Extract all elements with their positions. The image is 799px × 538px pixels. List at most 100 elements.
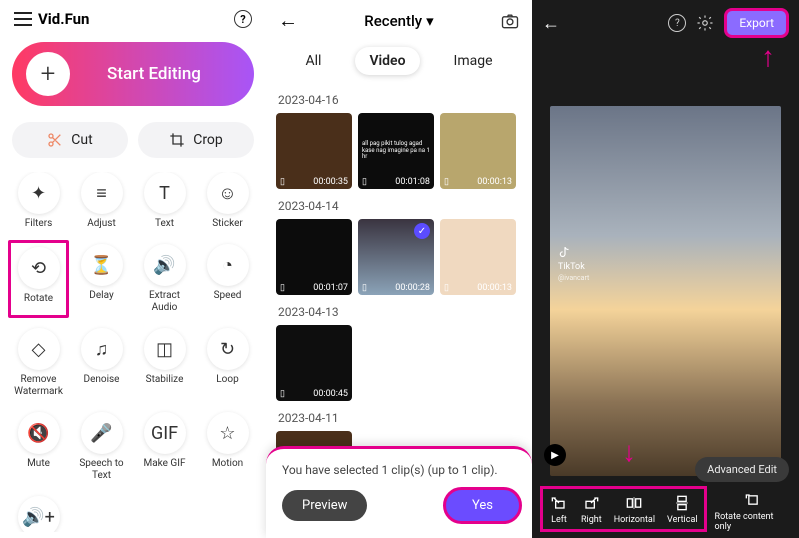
tool-denoise[interactable]: ♫Denoise: [73, 328, 130, 398]
rotate-toolbar: Left Right Horizontal Vertical Rotate conte…: [540, 486, 791, 532]
tool-boost-volume[interactable]: 🔊+Boost Volume: [10, 496, 67, 532]
selection-sheet: You have selected 1 clip(s) (up to 1 cli…: [266, 446, 532, 538]
video-icon: ▯: [444, 283, 449, 293]
date-group-label: 2023-04-13: [278, 305, 522, 319]
tab-video[interactable]: Video: [355, 47, 419, 75]
editor-panel: ← ? Export ↑ TikTok @ivancart ▶ ↓ Advanc…: [532, 0, 799, 538]
export-button[interactable]: Export: [724, 8, 789, 38]
duration-label: 00:00:13: [477, 283, 512, 293]
sticker-icon: ☺: [207, 172, 249, 214]
tool-stabilize[interactable]: ◫ Stabilize: [136, 328, 193, 398]
app-title: Vid.Fun: [38, 10, 89, 28]
play-button[interactable]: ▶: [544, 444, 566, 466]
annotation-arrow-down: ↓: [622, 435, 636, 468]
tool-speed[interactable]: ◔ Speed: [199, 244, 256, 314]
rotate-left-button[interactable]: Left: [549, 493, 569, 525]
tool-label: Remove Watermark: [14, 374, 63, 398]
stabilize-icon: ◫: [144, 328, 186, 370]
home-header: Vid.Fun ?: [8, 6, 258, 32]
right-icon: [581, 493, 601, 513]
text-icon: T: [144, 172, 186, 214]
tool-label: Motion: [212, 458, 243, 470]
loop-icon: ↻: [207, 328, 249, 370]
sort-dropdown[interactable]: Recently ▾: [364, 12, 433, 30]
date-group-label: 2023-04-16: [278, 93, 522, 107]
video-thumbnail[interactable]: ▯00:00:35: [276, 113, 352, 189]
video-preview[interactable]: TikTok @ivancart: [550, 106, 781, 476]
tool-motion[interactable]: ☆ Motion: [199, 412, 256, 482]
editor-help-icon[interactable]: ?: [668, 14, 686, 32]
tool-remove-watermark[interactable]: ◇ Remove Watermark: [10, 328, 67, 398]
video-thumbnail[interactable]: ▯00:00:13: [440, 113, 516, 189]
yes-button[interactable]: Yes: [443, 487, 522, 524]
help-icon[interactable]: ?: [234, 10, 252, 28]
quick-actions: Cut Crop: [12, 122, 254, 158]
video-icon: ▯: [280, 283, 285, 293]
menu-icon[interactable]: [14, 12, 32, 26]
cut-button[interactable]: Cut: [12, 122, 128, 158]
tab-all[interactable]: All: [291, 47, 335, 75]
rotate-vertical-button[interactable]: Vertical: [667, 493, 698, 525]
tool-label: Speed: [214, 290, 242, 302]
tool-adjust[interactable]: ≡Adjust: [73, 172, 130, 230]
preview-button[interactable]: Preview: [282, 490, 367, 521]
selected-check-icon: ✓: [414, 223, 430, 239]
chevron-down-icon: ▾: [426, 12, 434, 30]
video-thumbnail[interactable]: all pag pikit tulog agad kase nag imagin…: [358, 113, 434, 189]
tool-mute[interactable]: 🔇Mute: [10, 412, 67, 482]
rotate-content-icon: [743, 490, 763, 510]
tool-loop[interactable]: ↻Loop: [199, 328, 256, 398]
tool-label: Rotate: [24, 293, 53, 305]
video-icon: ▯: [362, 177, 367, 187]
selection-message: You have selected 1 clip(s) (up to 1 cli…: [282, 463, 516, 477]
tool-filters[interactable]: ✦Filters: [10, 172, 67, 230]
speed-icon: ◔: [207, 244, 249, 286]
tool-label: Denoise: [84, 374, 120, 386]
horizontal-icon: [624, 493, 644, 513]
thumb-row: ▯00:00:35all pag pikit tulog agad kase n…: [276, 113, 522, 189]
video-thumbnail[interactable]: ▯00:00:45: [276, 325, 352, 401]
tool-sticker[interactable]: ☺Sticker: [199, 172, 256, 230]
vertical-icon: [672, 493, 692, 513]
tool-extract-audio[interactable]: 🔊Extract Audio: [136, 244, 193, 314]
remove-icon: ◇: [18, 328, 60, 370]
editor-header: ← ? Export: [532, 0, 799, 46]
settings-icon[interactable]: [696, 14, 714, 32]
watermark: TikTok @ivancart: [558, 246, 589, 282]
left-icon: [549, 493, 569, 513]
editor-back-icon[interactable]: ←: [542, 13, 560, 34]
rotate-horizontal-button[interactable]: Horizontal: [614, 493, 655, 525]
tool-label: Mute: [27, 458, 50, 470]
rotate-right-button[interactable]: Right: [581, 493, 602, 525]
tab-image[interactable]: Image: [440, 47, 507, 75]
crop-button[interactable]: Crop: [138, 122, 254, 158]
duration-label: 00:01:08: [395, 177, 430, 187]
tool-label: Text: [155, 218, 174, 230]
tool-rotate[interactable]: ⟲ Rotate: [8, 240, 69, 318]
advanced-edit-button[interactable]: Advanced Edit: [695, 457, 789, 482]
tiktok-icon: [558, 246, 572, 260]
video-thumbnail[interactable]: ▯00:00:28✓: [358, 219, 434, 295]
annotation-arrow-up: ↑: [761, 40, 775, 73]
tool-text[interactable]: T Text: [136, 172, 193, 230]
back-icon[interactable]: ←: [278, 8, 298, 33]
video-thumbnail[interactable]: ▯ 00:00:13: [440, 219, 516, 295]
date-group-label: 2023-04-11: [278, 411, 522, 425]
tool-speech-to-text[interactable]: 🎤Speech to Text: [73, 412, 130, 482]
video-thumbnail[interactable]: ▯00:01:07: [276, 219, 352, 295]
tool-label: Stabilize: [146, 374, 184, 386]
camera-icon[interactable]: [500, 11, 520, 31]
video-icon: ▯: [444, 177, 449, 187]
tool-delay[interactable]: ⏳Delay: [73, 244, 130, 314]
tool-make-gif[interactable]: GIFMake GIF: [136, 412, 193, 482]
start-editing-button[interactable]: + Start Editing: [12, 42, 254, 106]
motion-icon: ☆: [207, 412, 249, 454]
duration-label: 00:00:35: [313, 177, 348, 187]
rotate-icon: ⟲: [18, 247, 60, 289]
rotate-content-only-button[interactable]: Rotate content only: [715, 490, 791, 532]
tool-label: Speech to Text: [79, 458, 123, 482]
tool-grid: ✦Filters≡Adjust T Text ☺Sticker ⟲ Rotate ⏳Dela…: [8, 172, 258, 532]
scissors-icon: [47, 132, 63, 148]
tool-label: Extract Audio: [149, 290, 180, 314]
thumb-row: ▯00:00:45: [276, 325, 522, 401]
